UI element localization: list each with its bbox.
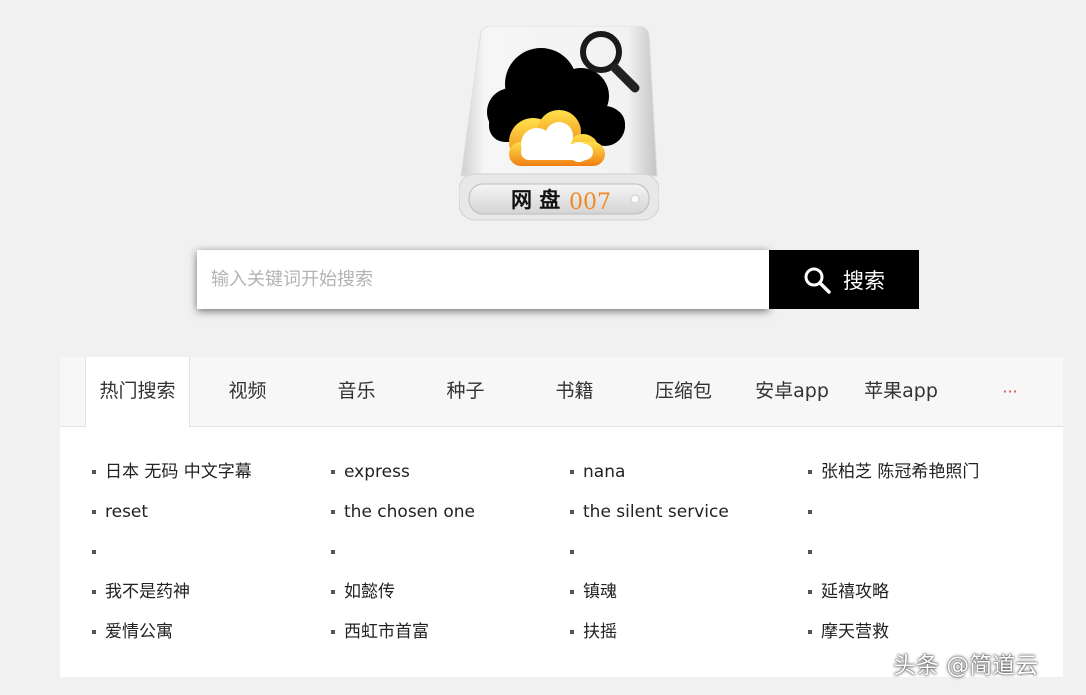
list-item[interactable]: the chosen one: [331, 492, 475, 532]
tab-more[interactable]: ···: [990, 357, 1030, 426]
cloud-drive-logo-icon: 网 盘 007: [458, 25, 660, 221]
search-button-label: 搜索: [843, 268, 885, 293]
list-item[interactable]: 张柏芝 陈冠希艳照门: [807, 452, 979, 492]
list-item[interactable]: 爱情公寓: [92, 612, 173, 652]
search-bar: 搜索: [197, 250, 919, 309]
logo-text: 网 盘: [511, 188, 560, 212]
tab-android-app[interactable]: 安卓app: [746, 357, 838, 426]
tab-video[interactable]: 视频: [210, 357, 285, 426]
list-item[interactable]: 镇魂: [570, 572, 617, 612]
list-item[interactable]: 我不是药神: [92, 572, 190, 612]
list-item[interactable]: 摩天营救: [808, 612, 889, 652]
tab-music[interactable]: 音乐: [319, 357, 394, 426]
category-tabs: 热门搜索 视频 音乐 种子 书籍 压缩包 安卓app 苹果app ···: [60, 357, 1063, 427]
hot-search-panel: 热门搜索 视频 音乐 种子 书籍 压缩包 安卓app 苹果app ··· 日本 …: [60, 357, 1063, 677]
tab-torrent[interactable]: 种子: [428, 357, 503, 426]
search-input[interactable]: [197, 250, 769, 309]
tab-hot-search[interactable]: 热门搜索: [85, 357, 190, 427]
site-logo[interactable]: 网 盘 007: [458, 25, 660, 222]
list-item[interactable]: express: [331, 452, 410, 492]
list-item[interactable]: reset: [91, 492, 148, 532]
list-item[interactable]: 如懿传: [331, 572, 395, 612]
search-button[interactable]: 搜索: [769, 250, 919, 309]
list-item[interactable]: 延禧攻略: [808, 572, 889, 612]
list-item[interactable]: the silent service: [570, 492, 729, 532]
search-icon: [804, 267, 831, 294]
watermark: 头条 @简道云: [893, 653, 1039, 679]
tab-archive[interactable]: 压缩包: [646, 357, 721, 426]
list-item[interactable]: 西虹市首富: [331, 612, 429, 652]
list-item[interactable]: 扶摇: [570, 612, 617, 652]
tab-books[interactable]: 书籍: [537, 357, 612, 426]
tab-apple-app[interactable]: 苹果app: [855, 357, 947, 426]
logo-number: 007: [569, 190, 611, 215]
list-item[interactable]: 日本 无码 中文字幕: [92, 452, 252, 492]
list-item[interactable]: nana: [569, 452, 625, 492]
